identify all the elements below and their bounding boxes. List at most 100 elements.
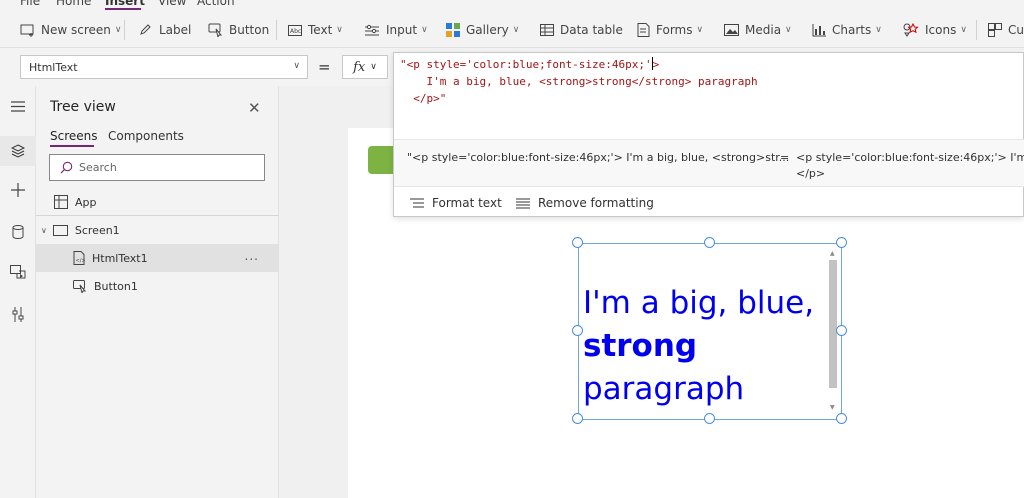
new-screen-button[interactable]: New screen ∨ xyxy=(20,12,121,48)
result-value-end: </p> xyxy=(796,167,826,180)
html-text-icon: </> xyxy=(73,251,85,265)
property-dropdown[interactable]: HtmlText ∨ xyxy=(20,55,308,79)
media-icon xyxy=(724,24,739,36)
chevron-down-icon: ∨ xyxy=(114,25,122,35)
button-icon xyxy=(208,23,223,37)
text-menu[interactable]: Abc Text ∨ xyxy=(288,12,343,48)
ribbon-divider xyxy=(124,20,125,40)
resize-handle[interactable] xyxy=(836,237,847,248)
gallery-menu[interactable]: Gallery ∨ xyxy=(446,12,519,48)
resize-handle[interactable] xyxy=(704,237,715,248)
new-screen-icon xyxy=(20,24,34,37)
formula-code-editor[interactable]: "<p style='color:blue;font-size:46px;'> … xyxy=(400,56,758,107)
close-icon[interactable]: ✕ xyxy=(248,99,261,117)
menu-action[interactable]: Action xyxy=(197,0,235,8)
resize-handle[interactable] xyxy=(836,325,847,336)
resize-handle[interactable] xyxy=(836,413,847,424)
tab-components[interactable]: Components xyxy=(108,129,184,143)
tree-item-app[interactable]: App xyxy=(36,188,279,216)
remove-formatting-icon xyxy=(516,197,530,209)
chevron-down-icon: ∨ xyxy=(336,25,343,35)
left-rail xyxy=(0,86,36,498)
menu-view[interactable]: View xyxy=(158,0,186,8)
icons-menu[interactable]: Icons ∨ xyxy=(903,12,967,48)
htmltext1-control[interactable]: I'm a big, blue, strong paragraph ▲ ▼ xyxy=(578,243,842,420)
media-menu[interactable]: Media ∨ xyxy=(724,12,792,48)
charts-icon xyxy=(812,23,826,36)
label-label: Label xyxy=(159,23,192,37)
forms-menu[interactable]: Forms ∨ xyxy=(637,12,703,48)
remove-formatting-button[interactable]: Remove formatting xyxy=(516,193,654,213)
text-label: Text xyxy=(308,23,333,37)
scroll-down-arrow[interactable]: ▼ xyxy=(830,404,835,411)
button1-control[interactable] xyxy=(368,146,394,174)
active-tab-underline xyxy=(50,145,94,147)
vertical-scrollbar[interactable] xyxy=(829,260,837,388)
scroll-up-arrow[interactable]: ▲ xyxy=(830,250,835,257)
data-table-button[interactable]: Data table xyxy=(540,12,623,48)
tree-item-screen1[interactable]: ∨ Screen1 xyxy=(36,216,279,244)
menu-file[interactable]: File xyxy=(20,0,40,8)
chevron-down-icon[interactable]: ∨ xyxy=(41,226,47,235)
charts-menu[interactable]: Charts ∨ xyxy=(812,12,882,48)
button-icon xyxy=(73,279,87,293)
resize-handle[interactable] xyxy=(572,325,583,336)
tree-view-title: Tree view xyxy=(50,99,116,115)
remove-formatting-label: Remove formatting xyxy=(538,196,654,210)
html-text-line-3: paragraph xyxy=(583,371,745,407)
equals-sign: = xyxy=(318,58,331,76)
format-text-icon xyxy=(410,197,424,208)
chevron-down-icon: ∨ xyxy=(785,25,792,35)
menu-insert[interactable]: Insert xyxy=(105,0,145,8)
more-options-icon[interactable]: ... xyxy=(245,249,259,263)
svg-text:</>: </> xyxy=(76,258,86,264)
icons-label: Icons xyxy=(925,23,957,37)
data-button[interactable] xyxy=(0,219,36,245)
property-value: HtmlText xyxy=(29,60,78,74)
resize-handle[interactable] xyxy=(704,413,715,424)
formula-line-2: I'm a big, blue, <strong>strong</strong>… xyxy=(400,75,758,88)
result-value: <p style='color:blue:font-size:46px;'> I… xyxy=(796,151,1024,164)
search-input[interactable]: Search xyxy=(49,154,265,181)
app-icon xyxy=(54,195,68,209)
custom-icon xyxy=(988,23,1002,37)
svg-text:Abc: Abc xyxy=(290,28,301,35)
resize-handle[interactable] xyxy=(572,413,583,424)
layers-icon xyxy=(11,144,25,158)
chevron-down-icon: ∨ xyxy=(875,25,882,35)
insert-button[interactable] xyxy=(0,177,36,203)
tab-screens[interactable]: Screens xyxy=(50,129,98,143)
forms-label: Forms xyxy=(656,23,693,37)
data-table-label: Data table xyxy=(560,23,623,37)
label-icon xyxy=(140,24,151,35)
formula-line-3: </p>" xyxy=(400,92,447,105)
chevron-down-icon: ∨ xyxy=(421,25,428,35)
custom-menu[interactable]: Cu xyxy=(988,12,1024,48)
menu-home[interactable]: Home xyxy=(56,0,91,8)
label-button[interactable]: Label xyxy=(139,12,191,48)
search-placeholder: Search xyxy=(79,161,117,174)
input-menu[interactable]: Input ∨ xyxy=(364,12,428,48)
chevron-down-icon: ∨ xyxy=(960,25,967,35)
icons-icon xyxy=(903,23,919,37)
format-text-button[interactable]: Format text xyxy=(410,193,502,213)
tree-item-button1[interactable]: Button1 xyxy=(36,272,279,300)
tree-item-htmltext1[interactable]: </> HtmlText1 ... xyxy=(36,244,279,272)
format-text-label: Format text xyxy=(432,196,502,210)
input-icon xyxy=(365,24,379,35)
tools-icon xyxy=(12,306,24,322)
media-rail-icon xyxy=(10,265,26,279)
forms-icon xyxy=(637,23,650,37)
hamburger-button[interactable] xyxy=(0,93,36,119)
fx-button[interactable]: fx ∨ xyxy=(342,55,388,79)
active-menu-underline xyxy=(105,8,141,10)
chevron-down-icon: ∨ xyxy=(512,25,520,35)
ribbon-divider xyxy=(976,20,977,40)
tools-button[interactable] xyxy=(0,301,36,327)
html-text-strong: strong xyxy=(583,328,698,364)
button-button[interactable]: Button xyxy=(208,12,269,48)
tree-view-button[interactable] xyxy=(0,138,36,164)
ribbon-divider xyxy=(276,20,277,40)
resize-handle[interactable] xyxy=(572,237,583,248)
media-rail-button[interactable] xyxy=(0,259,36,285)
